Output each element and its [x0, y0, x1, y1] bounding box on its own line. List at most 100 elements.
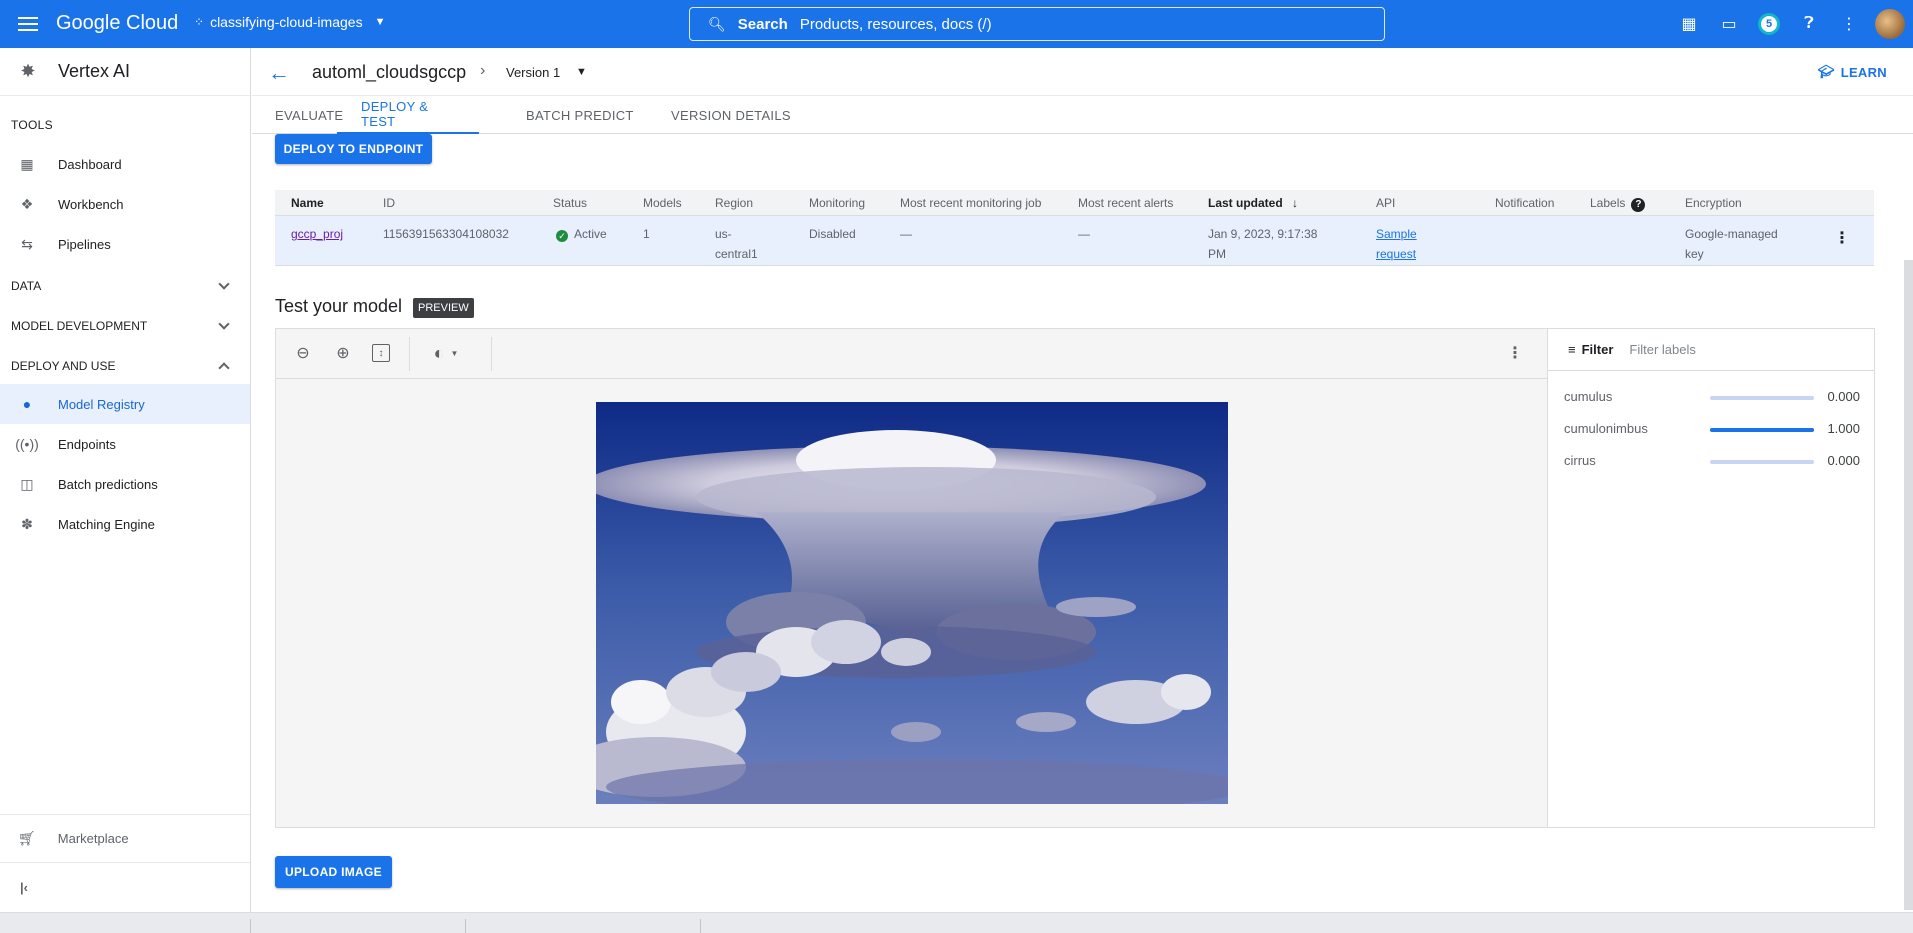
filter-icon: ≡	[1568, 342, 1576, 357]
encryption: Google-managed key	[1685, 227, 1778, 261]
tab-batch-predict[interactable]: BATCH PREDICT	[526, 96, 634, 134]
label-filter[interactable]: ≡ Filter Filter labels	[1548, 329, 1874, 371]
version-selector[interactable]: Version 1	[506, 65, 560, 80]
avatar[interactable]	[1875, 9, 1905, 39]
notification-count: 5	[1758, 13, 1780, 35]
workbench-icon: ❖	[20, 195, 34, 212]
scrollbar[interactable]	[1904, 260, 1913, 910]
viewer-toolbar: ⊖ ⊕ ↕ ◐ ▼ ⋮	[276, 329, 1547, 379]
brightness-icon[interactable]: ◐ ▼	[425, 342, 467, 364]
sidebar-group-model-development[interactable]: MODEL DEVELOPMENT	[0, 306, 250, 346]
divider	[0, 814, 250, 815]
product-title: Vertex AI	[58, 61, 131, 81]
back-arrow-icon[interactable]: ←	[268, 60, 290, 86]
row-more-vert-icon[interactable]: ⋮	[1834, 228, 1850, 248]
column-header: Status	[553, 196, 588, 210]
collapse-sidebar-icon[interactable]: |‹	[20, 880, 28, 895]
sidebar-item-workbench[interactable]: ❖ Workbench	[0, 184, 250, 224]
score-bar	[1710, 396, 1814, 400]
prediction-row: cumulus 0.000	[1564, 387, 1860, 407]
upload-image-button[interactable]: UPLOAD IMAGE	[275, 856, 392, 888]
sidebar-group-data[interactable]: DATA	[0, 266, 250, 306]
sidebar-group-deploy-and-use[interactable]: DEPLOY AND USE	[0, 346, 250, 386]
notifications-button[interactable]: 5	[1749, 8, 1789, 40]
matching-icon: ✽	[21, 515, 33, 532]
column-header-labels: Labels?	[1590, 196, 1646, 212]
sidebar-item-batch-predictions[interactable]: ◫ Batch predictions	[0, 464, 250, 504]
divider	[465, 919, 615, 933]
cart-icon: 🛒︎	[18, 829, 36, 846]
filter-input[interactable]: Filter labels	[1629, 342, 1695, 357]
chevron-down-icon	[218, 278, 230, 290]
tab-version-details[interactable]: VERSION DETAILS	[671, 96, 791, 134]
endpoints-table: Name ID Status Models Region Monitoring …	[275, 190, 1874, 266]
sample-request-link[interactable]: Sample request	[1376, 224, 1417, 264]
prediction-label: cumulonimbus	[1564, 421, 1648, 436]
lightbulb-icon: ●	[22, 396, 32, 412]
zoom-out-icon[interactable]: ⊖	[292, 342, 314, 364]
group-label: MODEL DEVELOPMENT	[11, 319, 148, 333]
filter-label: Filter	[1581, 342, 1614, 357]
table-header: Name ID Status Models Region Monitoring …	[275, 190, 1874, 216]
endpoint-region: us-central1	[715, 227, 758, 261]
top-app-bar: Google Cloud ⁘ classifying-cloud-images …	[0, 0, 1913, 48]
divider	[700, 919, 850, 933]
project-selector[interactable]: ⁘ classifying-cloud-images ▼	[194, 14, 385, 30]
search-placeholder: Products, resources, docs (/)	[799, 15, 992, 33]
chevron-down-icon	[218, 318, 230, 330]
prediction-label: cumulus	[1564, 389, 1613, 404]
column-header-last-updated[interactable]: Last updated ↓	[1208, 196, 1298, 210]
prediction-labels-panel: ≡ Filter Filter labels cumulus 0.000 cum…	[1548, 328, 1875, 828]
sort-arrow-down-icon: ↓	[1292, 196, 1299, 210]
prediction-row: cumulonimbus 1.000	[1564, 419, 1860, 439]
chevron-down-icon[interactable]: ▼	[576, 66, 587, 78]
google-cloud-logo[interactable]: Google Cloud	[56, 12, 178, 35]
project-name: classifying-cloud-images	[210, 14, 363, 30]
column-header: Encryption	[1685, 196, 1742, 210]
prediction-score: 0.000	[1827, 453, 1860, 468]
sidebar-item-dashboard[interactable]: ▦ Dashboard	[0, 144, 250, 184]
gift-icon[interactable]: ▦	[1669, 8, 1709, 40]
school-icon: 🎓︎	[1817, 64, 1835, 79]
viewer-more-vert-icon[interactable]: ⋮	[1507, 343, 1523, 363]
sidebar-item-marketplace[interactable]: 🛒︎ Marketplace	[0, 818, 250, 858]
chevron-up-icon	[218, 362, 230, 374]
endpoint-status: ✓ Active	[556, 224, 607, 244]
column-header[interactable]: Name	[291, 196, 324, 210]
cloud-shell-icon[interactable]: ▭	[1709, 8, 1749, 40]
main-menu-icon[interactable]	[16, 12, 40, 36]
deploy-to-endpoint-button[interactable]: DEPLOY TO ENDPOINT	[275, 134, 432, 164]
help-icon[interactable]: ❓︎	[1789, 8, 1829, 40]
more-vert-icon[interactable]: ⋮	[1829, 8, 1869, 40]
tab-bar: EVALUATE DEPLOY & TEST BATCH PREDICT VER…	[252, 96, 1913, 134]
sidebar-item-pipelines[interactable]: ⇆ Pipelines	[0, 224, 250, 264]
search-icon: 🔍︎	[708, 15, 726, 32]
sidebar-item-label: Matching Engine	[58, 516, 155, 532]
group-label: DATA	[11, 279, 42, 293]
divider	[491, 337, 492, 371]
search-label: Search	[737, 15, 788, 33]
sidebar-item-label: Marketplace	[57, 830, 129, 846]
sidebar-item-model-registry[interactable]: ● Model Registry	[0, 384, 250, 424]
check-circle-icon: ✓	[556, 230, 568, 242]
search-bar[interactable]: 🔍︎ Search Products, resources, docs (/)	[689, 7, 1385, 41]
zoom-in-icon[interactable]: ⊕	[332, 342, 354, 364]
prediction-label: cirrus	[1564, 453, 1596, 468]
sidebar-item-label: Pipelines	[58, 236, 111, 252]
sidebar-item-matching-engine[interactable]: ✽ Matching Engine	[0, 504, 250, 544]
tab-deploy-test[interactable]: DEPLOY & TEST	[337, 96, 479, 134]
test-section-title: Test your model	[275, 296, 403, 316]
preview-badge: PREVIEW	[413, 298, 474, 318]
help-icon[interactable]: ?	[1631, 198, 1646, 212]
sidebar: ✸ Vertex AI TOOLS ▦ Dashboard ❖ Workbenc…	[0, 48, 251, 933]
endpoint-name-link[interactable]: gccp_proj	[291, 224, 343, 244]
chevron-down-icon: ▼	[374, 16, 386, 28]
fit-to-screen-icon[interactable]: ↕	[372, 344, 390, 362]
prediction-score: 1.000	[1827, 421, 1860, 436]
sidebar-item-endpoints[interactable]: ((•)) Endpoints	[0, 424, 250, 464]
tab-evaluate[interactable]: EVALUATE	[275, 96, 343, 134]
batch-icon: ◫	[20, 475, 34, 492]
sidebar-item-label: Endpoints	[58, 436, 116, 452]
learn-button[interactable]: 🎓︎ LEARN	[1818, 64, 1887, 80]
top-actions: ▦ ▭ 5 ❓︎ ⋮	[1669, 8, 1913, 40]
